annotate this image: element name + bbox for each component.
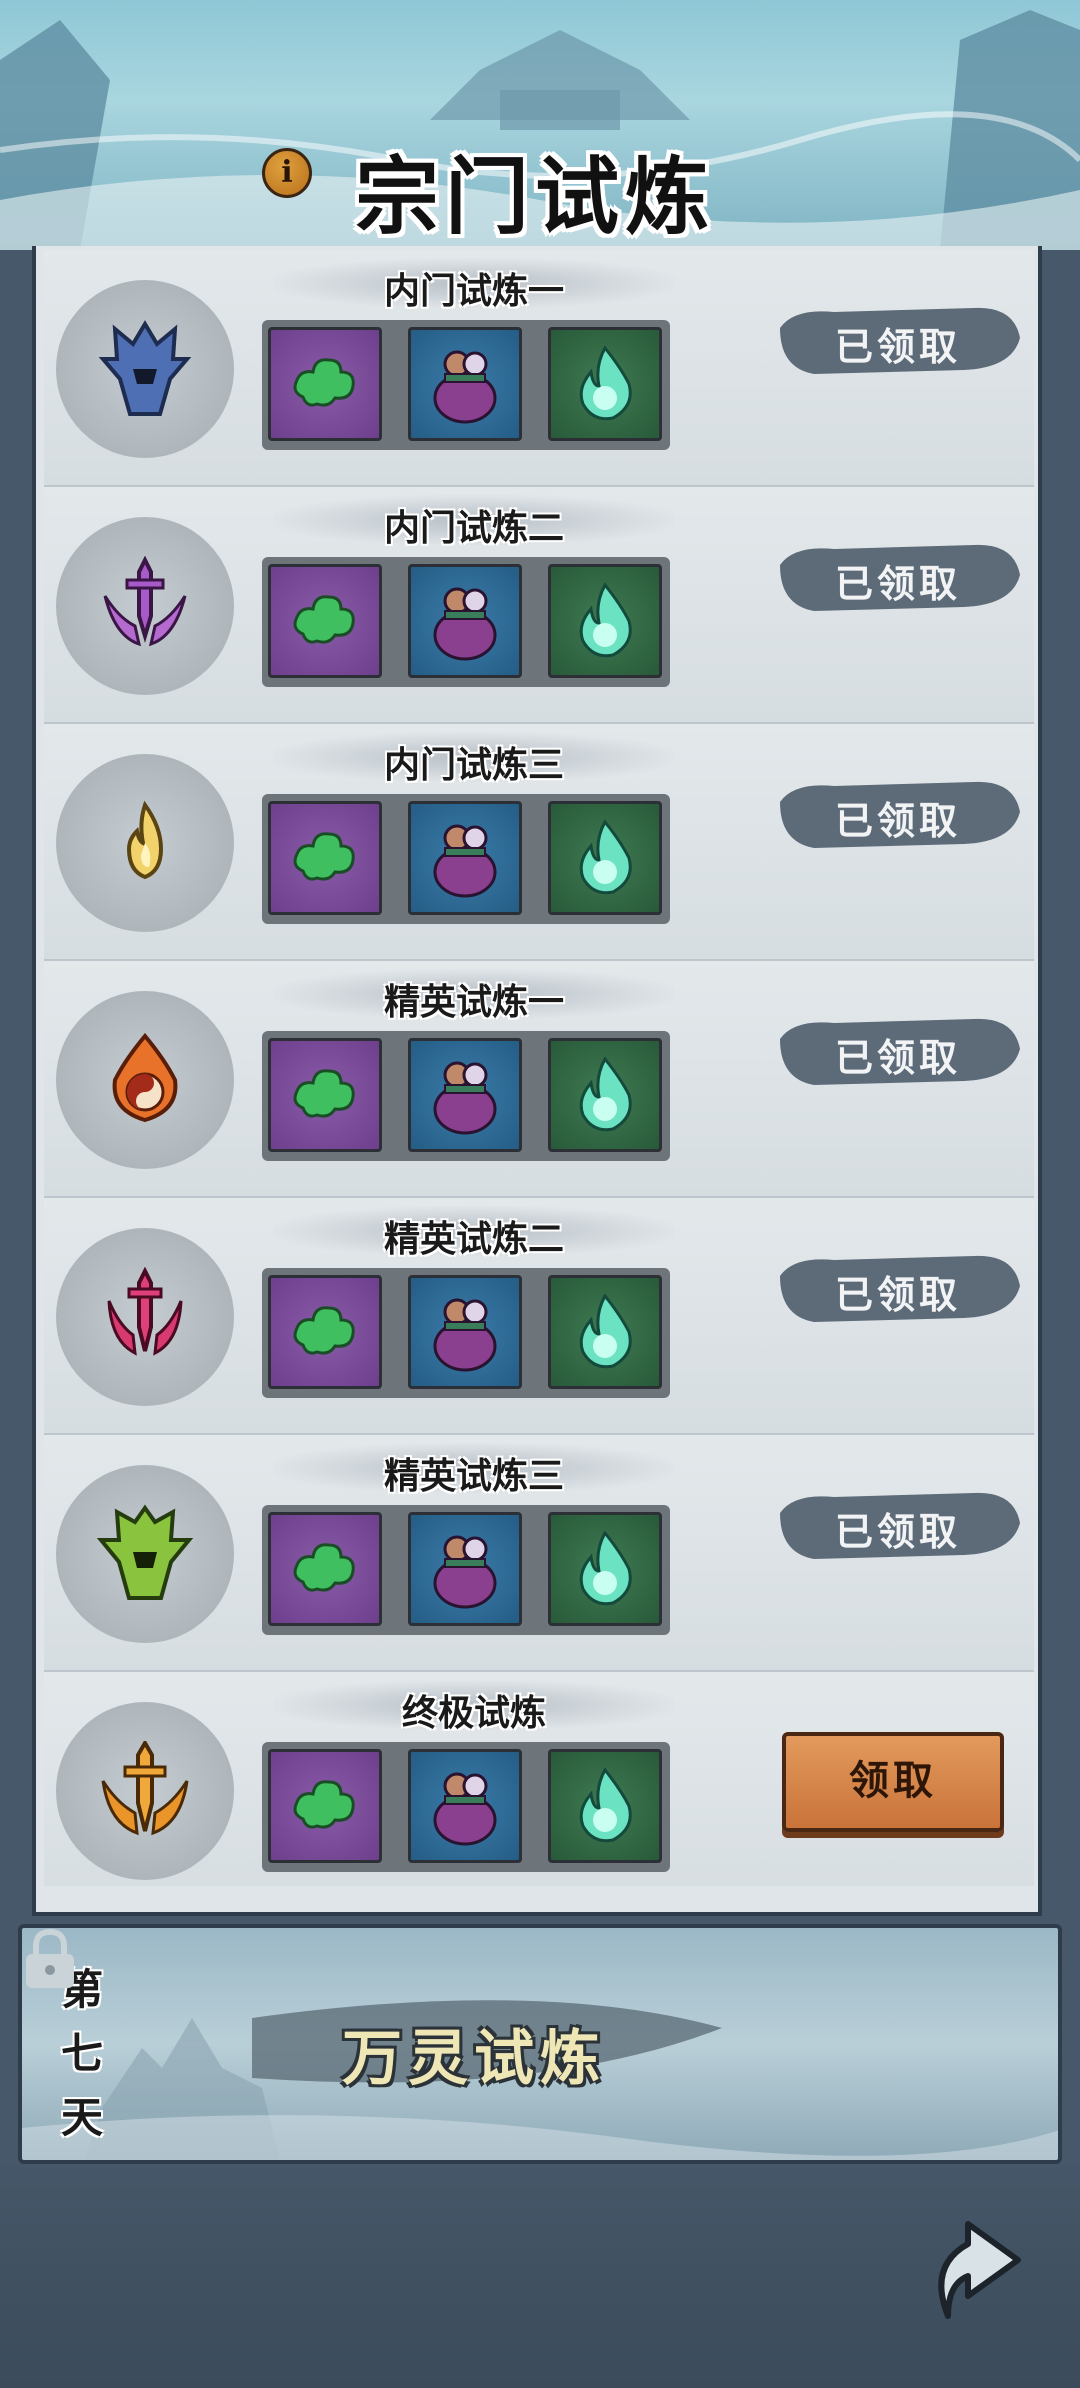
green-helmet-icon <box>96 1504 194 1600</box>
trial-row: 内门试炼一 已领取 <box>44 250 1034 487</box>
trial-title: 终极试炼 <box>401 1692 546 1734</box>
trial-title: 精英试炼三 <box>383 1455 564 1497</box>
trial-title: 精英试炼一 <box>383 981 564 1023</box>
reward-strip <box>262 794 670 924</box>
claimed-badge: 已领取 <box>774 1246 1022 1328</box>
reward-strip <box>262 1031 670 1161</box>
trial-title: 内门试炼三 <box>383 744 564 786</box>
trial-title: 内门试炼二 <box>383 507 564 549</box>
reward-slot[interactable] <box>408 1038 522 1152</box>
reward-slot[interactable] <box>548 1038 662 1152</box>
spirit-flame-icon <box>579 582 632 658</box>
emblem-bg <box>56 517 234 695</box>
purple-sword-icon <box>103 556 187 647</box>
reward-slot[interactable] <box>268 1512 382 1626</box>
reward-slot[interactable] <box>408 564 522 678</box>
jade-cloud-icon <box>293 832 355 881</box>
claimed-badge: 已领取 <box>774 535 1022 617</box>
reward-slot[interactable] <box>268 801 382 915</box>
reward-slot[interactable] <box>268 1275 382 1389</box>
spirit-flame-icon <box>579 1767 632 1843</box>
treasure-bag-icon <box>433 1772 497 1846</box>
trial-list[interactable]: 内门试炼一 已领取 内门试炼二 已领取 内门试炼三 已领取 精英试炼一 已领取 … <box>44 250 1034 1886</box>
reward-slot[interactable] <box>408 1749 522 1863</box>
claim-button[interactable]: 领取 <box>782 1732 1004 1832</box>
treasure-bag-icon <box>433 824 497 898</box>
trial-title: 精英试炼二 <box>383 1218 564 1260</box>
reward-slot[interactable] <box>408 801 522 915</box>
day-title: 万灵试炼 <box>342 2024 606 2094</box>
reward-slot[interactable] <box>268 1749 382 1863</box>
emblem-bg <box>56 991 234 1169</box>
yellow-flame-icon <box>126 800 164 880</box>
reward-slot[interactable] <box>548 327 662 441</box>
reward-slot[interactable] <box>268 327 382 441</box>
jade-cloud-icon <box>293 1069 355 1118</box>
treasure-bag-icon <box>433 1298 497 1372</box>
jade-cloud-icon <box>293 358 355 407</box>
spirit-flame-icon <box>579 819 632 895</box>
emblem-bg <box>56 1465 234 1643</box>
reward-slot[interactable] <box>268 1038 382 1152</box>
trial-row: 终极试炼 领取 <box>44 1672 1034 1886</box>
reward-slot[interactable] <box>548 564 662 678</box>
treasure-bag-icon <box>433 1535 497 1609</box>
page-title: 宗门试炼 <box>355 147 716 246</box>
treasure-bag-icon <box>433 1061 497 1135</box>
jade-cloud-icon <box>293 1306 355 1355</box>
spirit-flame-icon <box>579 345 632 421</box>
emblem-bg <box>56 1702 234 1880</box>
treasure-bag-icon <box>433 350 497 424</box>
spirit-flame-icon <box>579 1530 632 1606</box>
jade-cloud-icon <box>293 1780 355 1829</box>
reward-slot[interactable] <box>548 1749 662 1863</box>
treasure-bag-icon <box>433 587 497 661</box>
emblem-bg <box>56 1228 234 1406</box>
back-arrow-icon[interactable] <box>908 2196 1048 2336</box>
emblem-bg <box>56 280 234 458</box>
gold-sword-icon <box>101 1741 189 1836</box>
day-seven-banner[interactable]: 第 七 天 万灵试炼 <box>18 1924 1062 2164</box>
reward-strip <box>262 557 670 687</box>
jade-cloud-icon <box>293 595 355 644</box>
claimed-badge: 已领取 <box>774 1009 1022 1091</box>
reward-strip <box>262 1742 670 1872</box>
reward-slot[interactable] <box>408 1512 522 1626</box>
reward-slot[interactable] <box>408 327 522 441</box>
reward-slot[interactable] <box>548 801 662 915</box>
trial-row: 精英试炼三 已领取 <box>44 1435 1034 1672</box>
claimed-badge: 已领取 <box>774 1483 1022 1565</box>
trial-row: 精英试炼一 已领取 <box>44 961 1034 1198</box>
header-banner: i 宗门试炼 <box>0 0 1080 250</box>
spirit-flame-icon <box>579 1056 632 1132</box>
jade-cloud-icon <box>293 1543 355 1592</box>
trial-row: 精英试炼二 已领取 <box>44 1198 1034 1435</box>
trial-row: 内门试炼三 已领取 <box>44 724 1034 961</box>
reward-strip <box>262 1505 670 1635</box>
lock-icon <box>26 1928 74 1988</box>
trial-row: 内门试炼二 已领取 <box>44 487 1034 724</box>
reward-strip <box>262 320 670 450</box>
reward-slot[interactable] <box>268 564 382 678</box>
blue-helmet-icon <box>98 320 192 416</box>
claimed-badge: 已领取 <box>774 298 1022 380</box>
fire-yinyang-icon <box>112 1032 178 1123</box>
claimed-badge: 已领取 <box>774 772 1022 854</box>
info-icon[interactable]: i <box>262 148 312 198</box>
reward-slot[interactable] <box>548 1512 662 1626</box>
reward-slot[interactable] <box>548 1275 662 1389</box>
trial-title: 内门试炼一 <box>383 270 564 312</box>
pink-sword-icon <box>107 1267 183 1356</box>
spirit-flame-icon <box>579 1293 632 1369</box>
reward-slot[interactable] <box>408 1275 522 1389</box>
reward-strip <box>262 1268 670 1398</box>
emblem-bg <box>56 754 234 932</box>
